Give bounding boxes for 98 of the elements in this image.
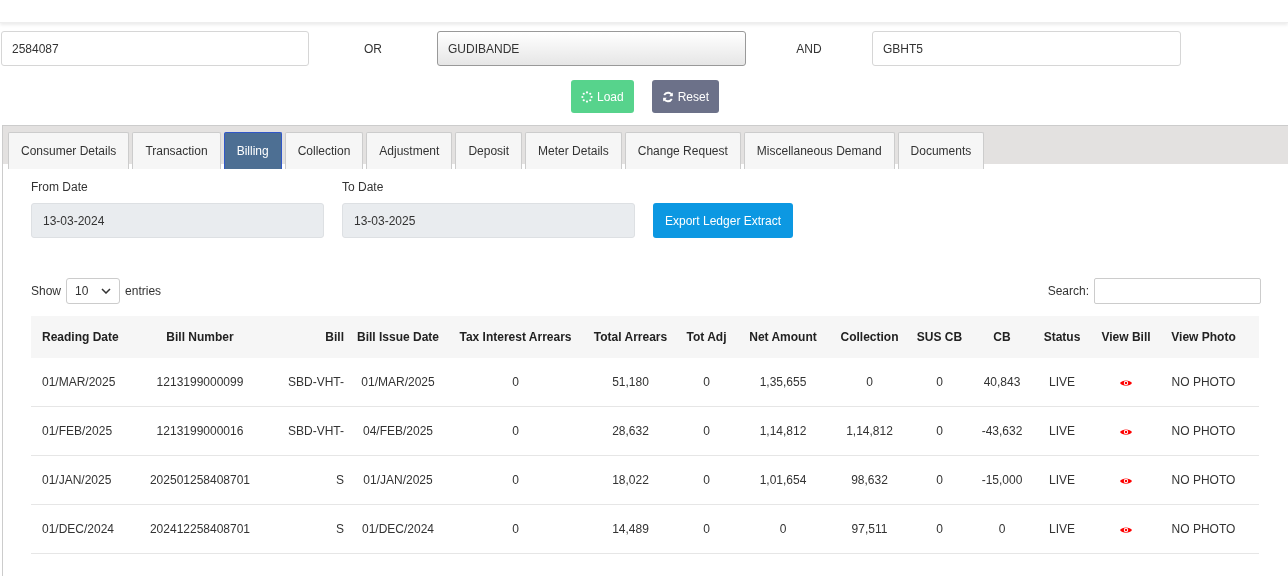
table-cell: 0	[448, 358, 583, 407]
table-cell: 97,511	[831, 504, 908, 554]
table-cell: NO PHOTO	[1161, 406, 1246, 456]
table-cell: SBD-VHT-	[280, 358, 348, 407]
column-header[interactable]: Tot Adj	[678, 316, 735, 358]
table-cell: 0	[678, 406, 735, 456]
table-cell: 0	[735, 504, 831, 554]
table-cell: LIVE	[1033, 504, 1091, 554]
table-cell: 202412258408701	[120, 504, 280, 554]
table-cell: 01/MAR/2025	[348, 358, 448, 407]
table-cell: 1213199000099	[120, 358, 280, 407]
table-cell: 1213199000016	[120, 406, 280, 456]
table-cell: 0	[678, 504, 735, 554]
table-cell: LIVE	[1033, 455, 1091, 505]
table-cell: 01/MAR/2025	[31, 358, 120, 407]
table-cell: 1,14,812	[735, 406, 831, 456]
table-cell: -43,632	[971, 406, 1033, 456]
table-cell: LIVE	[1033, 406, 1091, 456]
refresh-icon	[661, 90, 674, 103]
tab[interactable]: Consumer Details	[8, 132, 130, 169]
table-cell: 0	[831, 358, 908, 407]
table-cell: 0	[971, 504, 1033, 554]
to-date-field[interactable]: 13-03-2025	[342, 203, 635, 238]
spinner-icon	[580, 90, 593, 103]
column-header[interactable]: View Bill	[1091, 316, 1161, 358]
search-field[interactable]	[1094, 278, 1261, 304]
table-cell: NO PHOTO	[1161, 358, 1246, 407]
column-header[interactable]: Total Arrears	[583, 316, 678, 358]
column-header[interactable]: Collection	[831, 316, 908, 358]
column-header[interactable]: Bill Issue Date	[348, 316, 448, 358]
column-header[interactable]: CB	[971, 316, 1033, 358]
table-cell: 14,489	[583, 504, 678, 554]
tab[interactable]: Billing	[223, 132, 282, 169]
table-cell: 01/FEB/2025	[31, 406, 120, 456]
table-cell: 0	[448, 504, 583, 554]
column-header[interactable]: View Photo	[1161, 316, 1246, 358]
eye-icon[interactable]	[1119, 377, 1133, 388]
tab[interactable]: Meter Details	[525, 132, 622, 169]
table-cell: 01/DEC/2024	[31, 504, 120, 554]
tab[interactable]: Collection	[284, 132, 364, 169]
entries-label: entries	[125, 284, 162, 298]
table-cell: -15,000	[971, 455, 1033, 505]
table-cell: 0	[908, 406, 971, 456]
table-cell: 0	[678, 358, 735, 407]
from-date-label: From Date	[31, 180, 89, 194]
table-cell: 0	[908, 358, 971, 407]
and-label: AND	[795, 41, 823, 56]
table-cell: 0	[448, 455, 583, 505]
page-size-dropdown[interactable]: 10	[66, 278, 121, 304]
code-field[interactable]: GBHT5	[872, 31, 1181, 66]
table-cell: 01/JAN/2025	[31, 455, 120, 505]
tab[interactable]: Transaction	[132, 132, 221, 169]
tab[interactable]: Documents	[897, 132, 985, 169]
eye-icon[interactable]	[1119, 426, 1133, 437]
or-label: OR	[363, 41, 383, 56]
eye-icon[interactable]	[1119, 524, 1133, 535]
column-header[interactable]: Reading Date	[31, 316, 120, 358]
show-label: Show	[31, 284, 62, 298]
table-cell: LIVE	[1033, 358, 1091, 407]
table-cell: S	[280, 504, 348, 554]
consumer-id-field[interactable]: 2584087	[1, 31, 309, 66]
table-cell: 04/FEB/2025	[348, 406, 448, 456]
table-cell: 0	[678, 455, 735, 505]
subdivision-dropdown[interactable]: GUDIBANDE	[437, 31, 746, 66]
reset-button[interactable]: Reset	[651, 80, 720, 113]
table-cell: 1,14,812	[831, 406, 908, 456]
table-cell: S	[280, 455, 348, 505]
table-cell: 01/DEC/2024	[348, 504, 448, 554]
table-cell: NO PHOTO	[1161, 504, 1246, 554]
table-cell: 0	[908, 455, 971, 505]
tab[interactable]: Adjustment	[366, 132, 453, 169]
search-label: Search:	[1047, 284, 1089, 298]
table-cell: 51,180	[583, 358, 678, 407]
table-cell: NO PHOTO	[1161, 455, 1246, 505]
table-cell: 0	[448, 406, 583, 456]
column-header[interactable]: Tax Interest Arrears	[448, 316, 583, 358]
chevron-down-icon	[101, 288, 112, 294]
table-cell: 1,01,654	[735, 455, 831, 505]
table-cell: 202501258408701	[120, 455, 280, 505]
table-cell: 40,843	[971, 358, 1033, 407]
table-cell: 98,632	[831, 455, 908, 505]
table-cell: 28,632	[583, 406, 678, 456]
tab[interactable]: Change Request	[624, 132, 741, 169]
tab[interactable]: Deposit	[455, 132, 523, 169]
table-cell: SBD-VHT-	[280, 406, 348, 456]
column-header[interactable]: Bill Number	[120, 316, 280, 358]
table-cell: 1,35,655	[735, 358, 831, 407]
column-header[interactable]: Bill	[280, 316, 348, 358]
to-date-label: To Date	[342, 180, 385, 194]
table-cell: 18,022	[583, 455, 678, 505]
eye-icon[interactable]	[1119, 475, 1133, 486]
table-cell: 01/JAN/2025	[348, 455, 448, 505]
column-header[interactable]: Net Amount	[735, 316, 831, 358]
table-cell: 0	[908, 504, 971, 554]
column-header[interactable]: SUS CB	[908, 316, 971, 358]
from-date-field[interactable]: 13-03-2024	[31, 203, 324, 238]
column-header[interactable]: Status	[1033, 316, 1091, 358]
tab[interactable]: Miscellaneous Demand	[743, 132, 895, 169]
